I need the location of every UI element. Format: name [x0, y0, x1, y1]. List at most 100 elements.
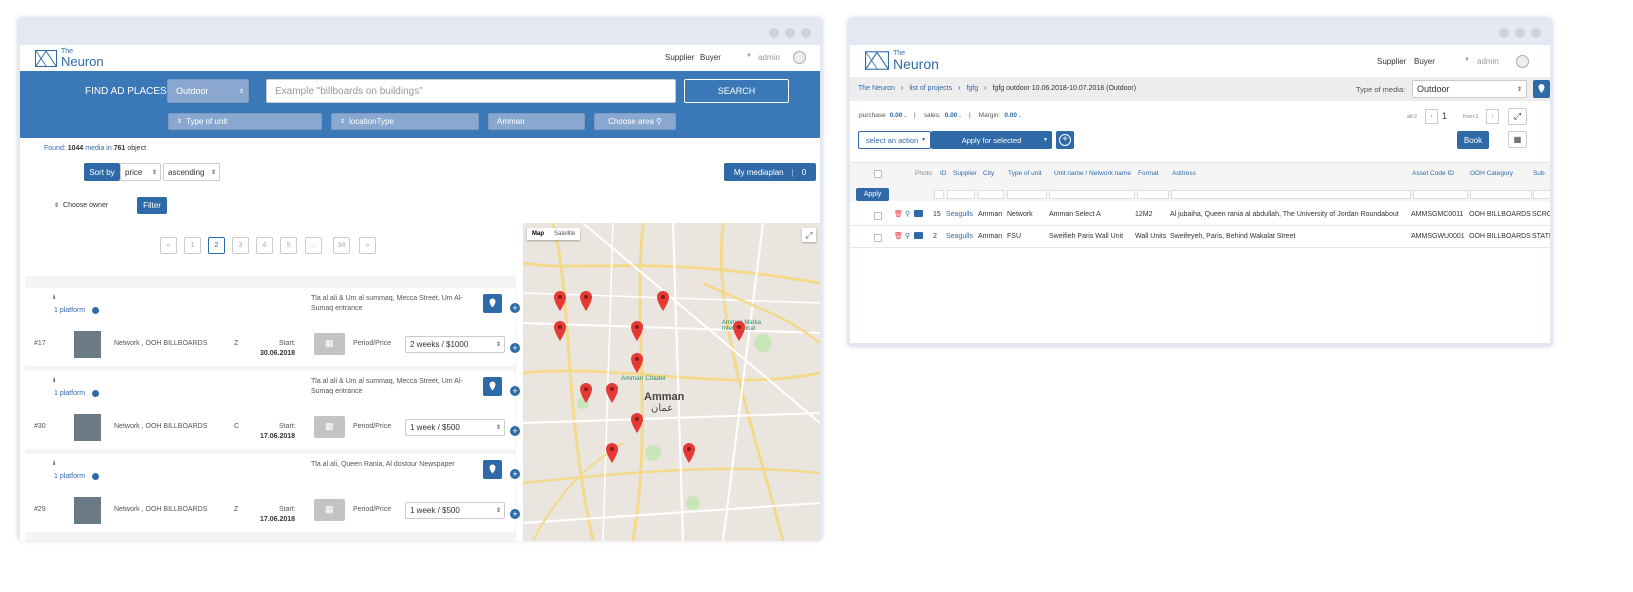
page-button[interactable]: ... [305, 237, 322, 254]
pager-next[interactable]: › [1486, 109, 1499, 124]
page-button[interactable]: 5 [280, 237, 297, 254]
avatar[interactable] [793, 51, 806, 64]
column-header[interactable]: Photo [915, 170, 932, 177]
mediaplan-button[interactable]: My mediaplan | 0 [724, 163, 816, 181]
platform-link[interactable]: 1 platform [54, 473, 85, 480]
page-button[interactable]: 4 [256, 237, 273, 254]
filter-button[interactable]: Filter [137, 197, 167, 214]
map-marker[interactable] [631, 321, 643, 341]
map-marker[interactable] [580, 383, 592, 403]
map-marker[interactable] [580, 291, 592, 311]
row-checkbox[interactable] [874, 212, 882, 220]
info-icon[interactable]: ℹ [53, 377, 55, 384]
map-marker[interactable] [606, 383, 618, 403]
page-button[interactable]: 34 [333, 237, 350, 254]
nav-buyer[interactable]: Buyer [1414, 57, 1435, 66]
pin-icon[interactable]: ⚲ [905, 210, 910, 218]
column-header[interactable]: Type of unit [1008, 170, 1042, 177]
location-type-select[interactable]: ⇕ locationType [331, 113, 479, 130]
page-button[interactable]: « [160, 237, 177, 254]
column-header[interactable]: Supplier [953, 170, 977, 177]
window-dot[interactable] [1515, 28, 1525, 38]
nav-supplier[interactable]: Supplier [665, 53, 694, 62]
window-dot[interactable] [801, 28, 811, 38]
period-price-select[interactable]: 1 week / $500 ⇕ [405, 502, 505, 519]
city-select[interactable]: Amman [488, 113, 585, 130]
book-button[interactable]: Book [1457, 131, 1489, 149]
add-to-plan-icon[interactable]: + [510, 469, 520, 479]
add-to-plan-icon[interactable]: + [510, 386, 520, 396]
apply-button[interactable]: Apply [856, 188, 889, 201]
type-of-unit-select[interactable]: ⇕ Type of unit [168, 113, 322, 130]
column-header[interactable]: Format [1138, 170, 1159, 177]
page-button[interactable]: 1 [184, 237, 201, 254]
logo[interactable]: The Neuron [865, 50, 939, 71]
calendar-button[interactable]: ▦ [314, 499, 345, 521]
map[interactable]: Map Satellite ⤢ Amman عمان Amman Citadel… [523, 223, 820, 541]
plus-circle-icon[interactable] [92, 473, 99, 480]
column-header[interactable]: Address [1172, 170, 1196, 177]
cell-supplier[interactable]: Seagulls [946, 233, 973, 240]
table-row[interactable]: 🗑 ⚲ 15 Seagulls Amman Network Amman Select A 12… [850, 204, 1550, 226]
map-marker[interactable] [606, 443, 618, 463]
plus-circle-icon[interactable] [92, 390, 99, 397]
trash-icon[interactable]: 🗑 [894, 210, 903, 218]
column-filter-input[interactable] [934, 190, 944, 199]
column-header[interactable]: OOH Category [1470, 170, 1513, 177]
search-input[interactable]: Example "billboards on buildings" [266, 79, 676, 103]
map-marker[interactable] [554, 291, 566, 311]
breadcrumb-home[interactable]: The Neuron [858, 85, 895, 92]
map-marker[interactable] [683, 443, 695, 463]
calendar-button[interactable]: ▦ [314, 416, 345, 438]
column-filter-input[interactable] [1413, 190, 1468, 199]
map-marker[interactable] [657, 291, 669, 311]
column-header[interactable]: Asset Code ID [1412, 170, 1454, 177]
search-button[interactable]: SEARCH [684, 79, 789, 103]
period-price-select[interactable]: 1 week / $500 ⇕ [405, 419, 505, 436]
table-view-icon[interactable]: ▦ [1508, 131, 1527, 148]
row-checkbox[interactable] [874, 234, 882, 242]
window-dot[interactable] [785, 28, 795, 38]
map-tab[interactable]: Map [527, 228, 549, 240]
map-pin-button[interactable] [483, 377, 502, 396]
pin-icon[interactable]: ⚲ [905, 232, 910, 240]
platform-link[interactable]: 1 platform [54, 390, 85, 397]
map-marker[interactable] [631, 413, 643, 433]
trash-icon[interactable]: 🗑 [894, 232, 903, 240]
table-row[interactable]: 🗑 ⚲ 2 Seagulls Amman FSU Sweifieh Paris Wall U… [850, 226, 1550, 248]
add-to-plan-icon[interactable]: + [510, 509, 520, 519]
column-header[interactable]: Sub [1533, 170, 1545, 177]
media-type-select[interactable]: Outdoor ⇕ [167, 79, 249, 103]
logo[interactable]: The Neuron [35, 48, 104, 69]
column-filter-input[interactable] [1470, 190, 1532, 199]
map-pin-button[interactable] [1533, 80, 1550, 98]
billboard-thumbnail[interactable] [74, 414, 101, 441]
column-header[interactable]: City [983, 170, 994, 177]
billboard-thumbnail[interactable] [74, 331, 101, 358]
column-filter-input[interactable] [1171, 190, 1411, 199]
pager-prev[interactable]: ‹ [1425, 109, 1438, 124]
pager-page[interactable]: 1 [1442, 111, 1447, 121]
period-price-select[interactable]: 2 weeks / $1000 ⇕ [405, 336, 505, 353]
platform-link[interactable]: 1 platform [54, 307, 85, 314]
nav-supplier[interactable]: Supplier [1377, 57, 1406, 66]
avatar[interactable] [1516, 55, 1529, 68]
column-filter-input[interactable] [947, 190, 975, 199]
chevron-down-icon[interactable]: ▼ [1464, 57, 1470, 63]
column-header[interactable]: ID [940, 170, 947, 177]
media-type-select[interactable]: Outdoor ⇕ [1412, 80, 1527, 98]
fullscreen-icon[interactable]: ⤢ [802, 228, 816, 242]
choose-owner-select[interactable]: ⇕ Choose owner [54, 202, 108, 209]
column-header[interactable]: Unit name / Network name [1054, 170, 1131, 177]
map-pin-button[interactable] [483, 460, 502, 479]
window-dot[interactable] [1531, 28, 1541, 38]
add-to-plan-icon[interactable]: + [510, 343, 520, 353]
window-dot[interactable] [769, 28, 779, 38]
expand-icon[interactable]: ⤢ [1508, 108, 1527, 125]
apply-for-selected-button[interactable]: Apply for selected ▼ [931, 131, 1052, 149]
add-to-plan-icon[interactable]: + [510, 303, 520, 313]
page-button[interactable]: 3 [232, 237, 249, 254]
info-icon[interactable]: ℹ [53, 294, 55, 301]
column-filter-input[interactable] [978, 190, 1004, 199]
chevron-down-icon[interactable]: ▼ [746, 53, 752, 59]
